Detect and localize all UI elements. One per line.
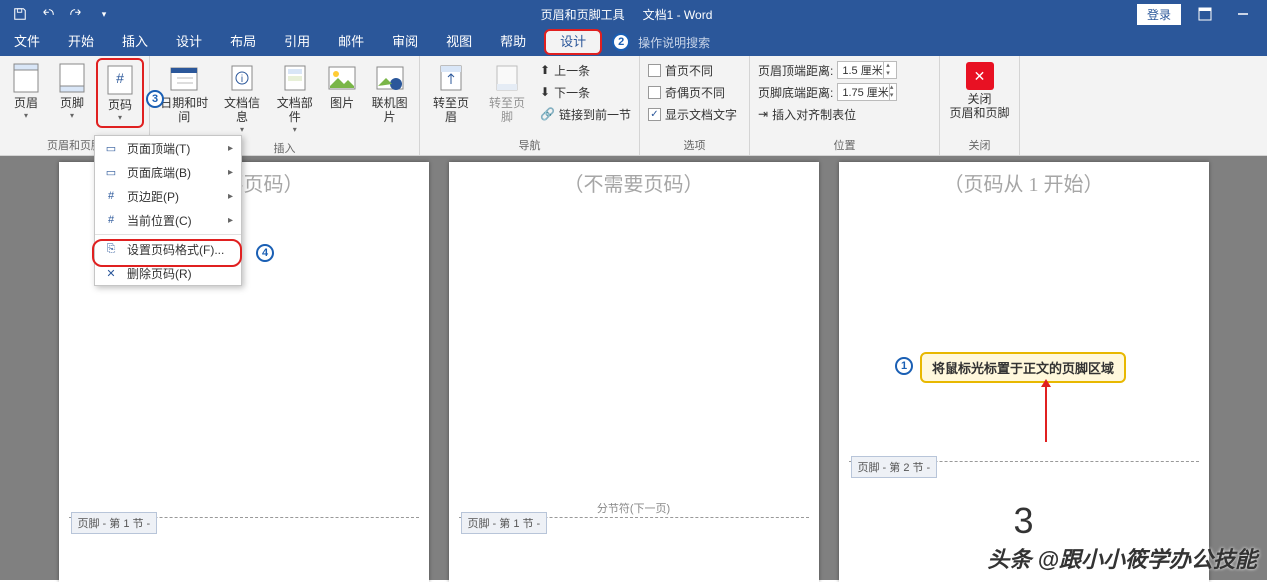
contextual-tab-title: 页眉和页脚工具	[541, 6, 625, 23]
ribbon-tabs: 文件 开始 插入 设计 布局 引用 邮件 审阅 视图 帮助 设计 2 操作说明搜…	[0, 28, 1267, 56]
page-number-display: 3	[1013, 500, 1033, 542]
page-number-icon: #	[104, 64, 136, 96]
tab-references[interactable]: 引用	[270, 28, 324, 56]
tab-help[interactable]: 帮助	[486, 28, 540, 56]
header-distance-label: 页眉顶端距离:	[758, 62, 833, 79]
align-tab-icon: ⇥	[758, 107, 768, 121]
callout-1: 1	[895, 357, 913, 375]
tab-file[interactable]: 文件	[0, 28, 54, 56]
close-icon: ✕	[966, 62, 994, 90]
show-doc-text-checkbox[interactable]: ✓显示文档文字	[648, 104, 737, 124]
goto-header-button[interactable]: 转至页眉	[424, 58, 478, 128]
tab-insert[interactable]: 插入	[108, 28, 162, 56]
svg-text:i: i	[241, 74, 243, 85]
different-first-checkbox[interactable]: 首页不同	[648, 60, 737, 80]
picture-icon	[326, 62, 358, 94]
tab-home[interactable]: 开始	[54, 28, 108, 56]
login-button[interactable]: 登录	[1137, 4, 1181, 25]
menu-current-position[interactable]: #当前位置(C)	[95, 208, 241, 232]
insert-align-tab-button[interactable]: ⇥插入对齐制表位	[758, 104, 897, 124]
tab-design[interactable]: 设计	[162, 28, 216, 56]
footer-icon	[56, 62, 88, 94]
quickparts-icon	[279, 62, 311, 94]
ribbon-display-icon[interactable]	[1191, 3, 1219, 25]
next-icon: ⬇	[540, 85, 550, 99]
online-pictures-button[interactable]: 联机图片	[364, 58, 415, 128]
document-title: 文档1 - Word	[643, 6, 713, 23]
page-number-button[interactable]: # 页码▾	[96, 58, 144, 128]
page-margins-icon: #	[103, 188, 119, 204]
footer-distance-label: 页脚底端距离:	[758, 84, 833, 101]
prev-icon: ⬆	[540, 63, 550, 77]
close-header-footer-button[interactable]: ✕ 关闭 页眉和页脚	[944, 58, 1015, 124]
page-top-icon: ▭	[103, 140, 119, 156]
link-icon: 🔗	[540, 107, 555, 121]
link-previous-button[interactable]: 🔗链接到前一节	[540, 104, 631, 124]
docinfo-button[interactable]: i文档信息▾	[217, 58, 268, 138]
callout-3: 3	[146, 90, 164, 108]
footer-tag-1: 页脚 - 第 1 节 -	[71, 512, 158, 534]
group-label-position: 位置	[754, 135, 935, 155]
quick-access-toolbar: ▾	[0, 2, 116, 26]
tab-layout[interactable]: 布局	[216, 28, 270, 56]
tab-design-context[interactable]: 设计	[544, 29, 602, 55]
title-bar: ▾ 页眉和页脚工具 文档1 - Word 登录	[0, 0, 1267, 28]
goto-footer-icon	[491, 62, 523, 94]
calendar-icon	[168, 62, 200, 94]
section-break-label: 分节符(下一页)	[593, 500, 674, 516]
page-2-heading: （不需要页码）	[449, 162, 819, 197]
goto-header-icon	[435, 62, 467, 94]
page-number-menu: ▭页面顶端(T) ▭页面底端(B) #页边距(P) #当前位置(C) ⎘设置页码…	[94, 135, 242, 286]
menu-bottom-of-page[interactable]: ▭页面底端(B)	[95, 160, 241, 184]
menu-remove-page-numbers[interactable]: ✕删除页码(R)	[95, 261, 241, 285]
red-arrow	[1045, 382, 1047, 442]
minimize-icon[interactable]	[1229, 3, 1257, 25]
page-2[interactable]: （不需要页码） 分节符(下一页) 页脚 - 第 1 节 -	[449, 162, 819, 582]
footer-tag-3: 页脚 - 第 2 节 -	[851, 456, 938, 478]
page-bottom-icon: ▭	[103, 164, 119, 180]
tab-review[interactable]: 审阅	[378, 28, 432, 56]
menu-format-page-numbers[interactable]: ⎘设置页码格式(F)...	[95, 237, 241, 261]
footer-distance-input[interactable]: 1.75 厘米▴▾	[837, 83, 897, 101]
footer-tag-2: 页脚 - 第 1 节 -	[461, 512, 548, 534]
header-distance-input[interactable]: 1.5 厘米▴▾	[837, 61, 897, 79]
group-label-options: 选项	[644, 135, 745, 155]
next-button[interactable]: ⬇下一条	[540, 82, 631, 102]
page-3-heading: （页码从 1 开始）	[839, 162, 1209, 197]
current-position-icon: #	[103, 212, 119, 228]
header-icon	[10, 62, 42, 94]
instruction-callout: 将鼠标光标置于正文的页脚区域	[920, 352, 1126, 383]
format-icon: ⎘	[103, 241, 119, 257]
datetime-button[interactable]: 日期和时间	[154, 58, 215, 128]
menu-top-of-page[interactable]: ▭页面顶端(T)	[95, 136, 241, 160]
watermark-text: 头条 @跟小小筱学办公技能	[987, 542, 1257, 574]
online-pictures-icon	[374, 62, 406, 94]
qat-customize-icon[interactable]: ▾	[92, 2, 116, 26]
footer-button[interactable]: 页脚▾	[50, 58, 94, 124]
tab-view[interactable]: 视图	[432, 28, 486, 56]
different-oddeven-checkbox[interactable]: 奇偶页不同	[648, 82, 737, 102]
remove-icon: ✕	[103, 265, 119, 281]
previous-button[interactable]: ⬆上一条	[540, 60, 631, 80]
group-label-nav: 导航	[424, 135, 635, 155]
svg-text:#: #	[116, 70, 124, 86]
docinfo-icon: i	[226, 62, 258, 94]
tab-mailings[interactable]: 邮件	[324, 28, 378, 56]
menu-page-margins[interactable]: #页边距(P)	[95, 184, 241, 208]
callout-2: 2	[612, 33, 630, 51]
group-label-close: 关闭	[944, 135, 1015, 155]
callout-4: 4	[256, 244, 274, 262]
redo-icon[interactable]	[64, 2, 88, 26]
quickparts-button[interactable]: 文档部件▾	[269, 58, 320, 138]
tell-me-search[interactable]: 操作说明搜索	[638, 34, 710, 51]
undo-icon[interactable]	[36, 2, 60, 26]
goto-footer-button[interactable]: 转至页脚	[480, 58, 534, 128]
save-icon[interactable]	[8, 2, 32, 26]
header-button[interactable]: 页眉▾	[4, 58, 48, 124]
pictures-button[interactable]: 图片	[322, 58, 362, 114]
